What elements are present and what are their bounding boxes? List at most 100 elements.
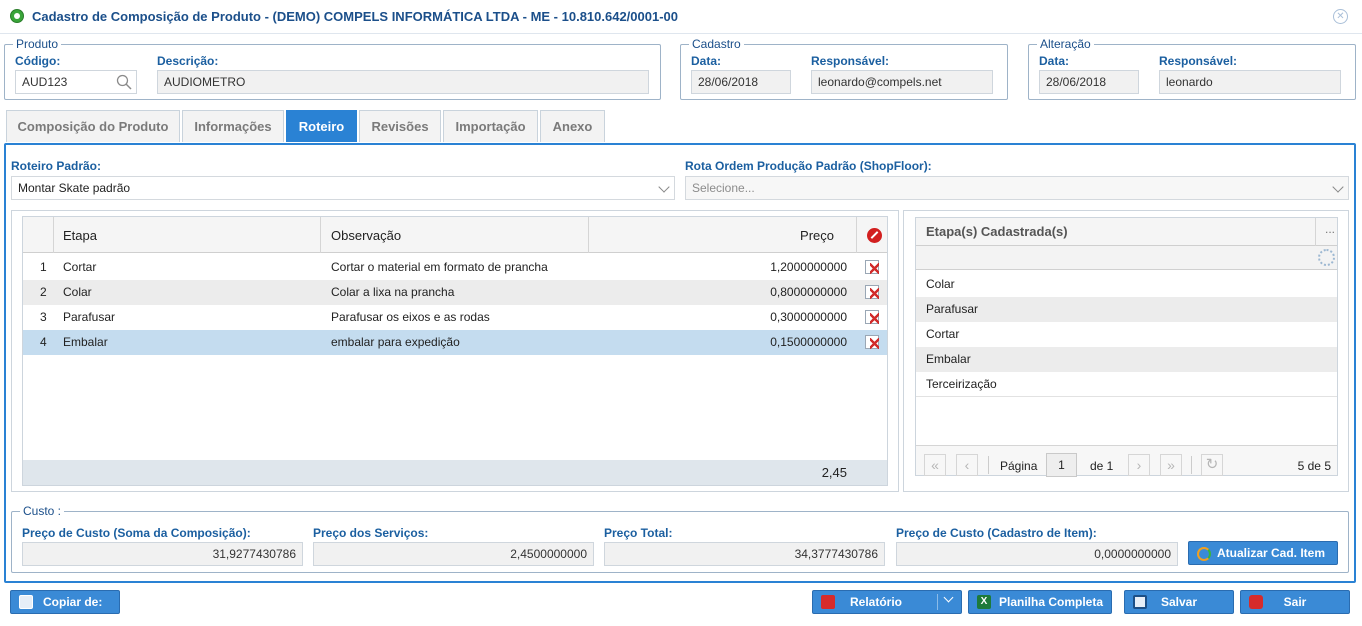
app-icon (10, 9, 24, 23)
atualizar-label: Atualizar Cad. Item (1217, 546, 1326, 560)
preco-custo-item-field: 0,0000000000 (896, 542, 1178, 566)
header-observacao[interactable]: Observação (331, 228, 401, 243)
tab-informacoes[interactable]: Informações (182, 110, 284, 142)
row-etapa: Colar (63, 285, 92, 299)
roteiro-label: Roteiro Padrão: (11, 159, 102, 173)
col-divider (53, 217, 54, 253)
descricao-label: Descrição: (157, 54, 219, 68)
row-etapa: Cortar (63, 260, 97, 274)
list-divider (916, 396, 1337, 397)
title-bar: Cadastro de Composição de Produto - (DEM… (0, 0, 1362, 34)
tab-anexo[interactable]: Anexo (540, 110, 605, 142)
salvar-label: Salvar (1160, 595, 1198, 609)
rota-select[interactable]: Selecione... (685, 176, 1349, 200)
cadastro-resp-label: Responsável: (811, 54, 890, 68)
last-page-icon[interactable]: » (1160, 454, 1182, 476)
column-menu-icon[interactable]: ... (1325, 222, 1335, 236)
chevron-down-icon[interactable] (943, 592, 954, 603)
table-row[interactable]: 1 Cortar Cortar o material em formato de… (23, 255, 887, 280)
row-number: 1 (40, 260, 47, 274)
tab-composicao[interactable]: Composição do Produto (6, 110, 180, 142)
list-item[interactable]: Cortar (916, 322, 1337, 347)
delete-row-icon[interactable] (865, 285, 879, 299)
copiar-de-button[interactable]: Copiar de: (10, 590, 120, 614)
col-divider (856, 217, 857, 253)
roteiro-select[interactable]: Montar Skate padrão (11, 176, 675, 200)
delete-row-icon[interactable] (865, 310, 879, 324)
first-page-icon[interactable]: « (924, 454, 946, 476)
alteracao-legend: Alteração (1037, 37, 1094, 51)
table-row[interactable]: 2 Colar Colar a lixa na prancha 0,800000… (23, 280, 887, 305)
refresh-icon[interactable]: ↻ (1201, 454, 1223, 476)
refresh-icon (1197, 547, 1211, 561)
descricao-field[interactable]: AUDIOMETRO (157, 70, 649, 94)
pager-divider (988, 456, 989, 474)
row-observacao: embalar para expedição (331, 335, 460, 349)
header-preco[interactable]: Preço (588, 228, 834, 243)
alteracao-data-label: Data: (1039, 54, 1070, 68)
codigo-value: AUD123 (22, 75, 68, 89)
close-icon[interactable]: ✕ (1333, 9, 1348, 24)
codigo-label: Código: (15, 54, 61, 68)
relatorio-button[interactable]: Relatório (812, 590, 962, 614)
preco-total-field: 34,3777430786 (604, 542, 885, 566)
search-icon[interactable] (116, 74, 132, 90)
atualizar-cad-item-button[interactable]: Atualizar Cad. Item (1188, 541, 1338, 565)
relatorio-label: Relatório (849, 595, 902, 609)
cadastro-resp-field: leonardo@compels.net (811, 70, 993, 94)
cadastro-data-label: Data: (691, 54, 722, 68)
etapas-filter-row[interactable] (916, 246, 1337, 270)
copiar-label: Copiar de: (43, 595, 103, 609)
grid-summary: 2,45 (23, 460, 887, 485)
sair-button[interactable]: Sair (1240, 590, 1350, 614)
row-observacao: Colar a lixa na prancha (331, 285, 455, 299)
excel-icon: X (977, 595, 991, 609)
cadastro-data-field: 28/06/2018 (691, 70, 791, 94)
pager-divider (1191, 456, 1192, 474)
delete-row-icon[interactable] (865, 335, 879, 349)
preco-custo-item-label: Preço de Custo (Cadastro de Item): (896, 526, 1097, 540)
remove-all-icon[interactable] (867, 228, 882, 243)
row-preco: 1,2000000000 (770, 260, 847, 274)
tab-importacao[interactable]: Importação (443, 110, 538, 142)
row-etapa: Embalar (63, 335, 108, 349)
list-item[interactable]: Terceirização (916, 372, 1337, 397)
prev-page-icon[interactable]: ‹ (956, 454, 978, 476)
row-preco: 0,1500000000 (770, 335, 847, 349)
alteracao-data-field: 28/06/2018 (1039, 70, 1139, 94)
salvar-button[interactable]: Salvar (1124, 590, 1234, 614)
codigo-field[interactable]: AUD123 (15, 70, 137, 94)
alteracao-resp-label: Responsável: (1159, 54, 1238, 68)
planilha-label: Planilha Completa (999, 595, 1104, 609)
copy-icon (19, 595, 33, 609)
row-observacao: Cortar o material em formato de prancha (331, 260, 548, 274)
col-divider (320, 217, 321, 253)
tab-roteiro[interactable]: Roteiro (286, 110, 357, 142)
page-input[interactable]: 1 (1046, 453, 1077, 477)
list-item[interactable]: Parafusar (916, 297, 1337, 322)
row-etapa: Parafusar (63, 310, 116, 324)
sair-label: Sair (1283, 595, 1307, 609)
settings-icon[interactable] (1318, 249, 1335, 266)
next-page-icon[interactable]: › (1128, 454, 1150, 476)
delete-row-icon[interactable] (865, 260, 879, 274)
roteiro-value: Montar Skate padrão (18, 181, 131, 195)
header-etapa[interactable]: Etapa (63, 228, 97, 243)
row-preco: 0,3000000000 (770, 310, 847, 324)
rota-placeholder: Selecione... (692, 181, 755, 195)
preco-servicos-label: Preço dos Serviços: (313, 526, 429, 540)
list-item[interactable]: Embalar (916, 347, 1337, 372)
preco-custo-field: 31,9277430786 (22, 542, 303, 566)
planilha-completa-button[interactable]: X Planilha Completa (968, 590, 1112, 614)
chevron-down-icon (1332, 181, 1344, 193)
tab-revisoes[interactable]: Revisões (359, 110, 441, 142)
row-number: 3 (40, 310, 47, 324)
row-number: 4 (40, 335, 47, 349)
table-row-selected[interactable]: 4 Embalar embalar para expedição 0,15000… (23, 330, 887, 355)
produto-legend: Produto (13, 37, 62, 51)
table-row[interactable]: 3 Parafusar Parafusar os eixos e as roda… (23, 305, 887, 330)
row-number: 2 (40, 285, 47, 299)
preco-custo-label: Preço de Custo (Soma da Composição): (22, 526, 251, 540)
rota-label: Rota Ordem Produção Padrão (ShopFloor): (685, 159, 932, 173)
list-item[interactable]: Colar (916, 272, 1337, 297)
